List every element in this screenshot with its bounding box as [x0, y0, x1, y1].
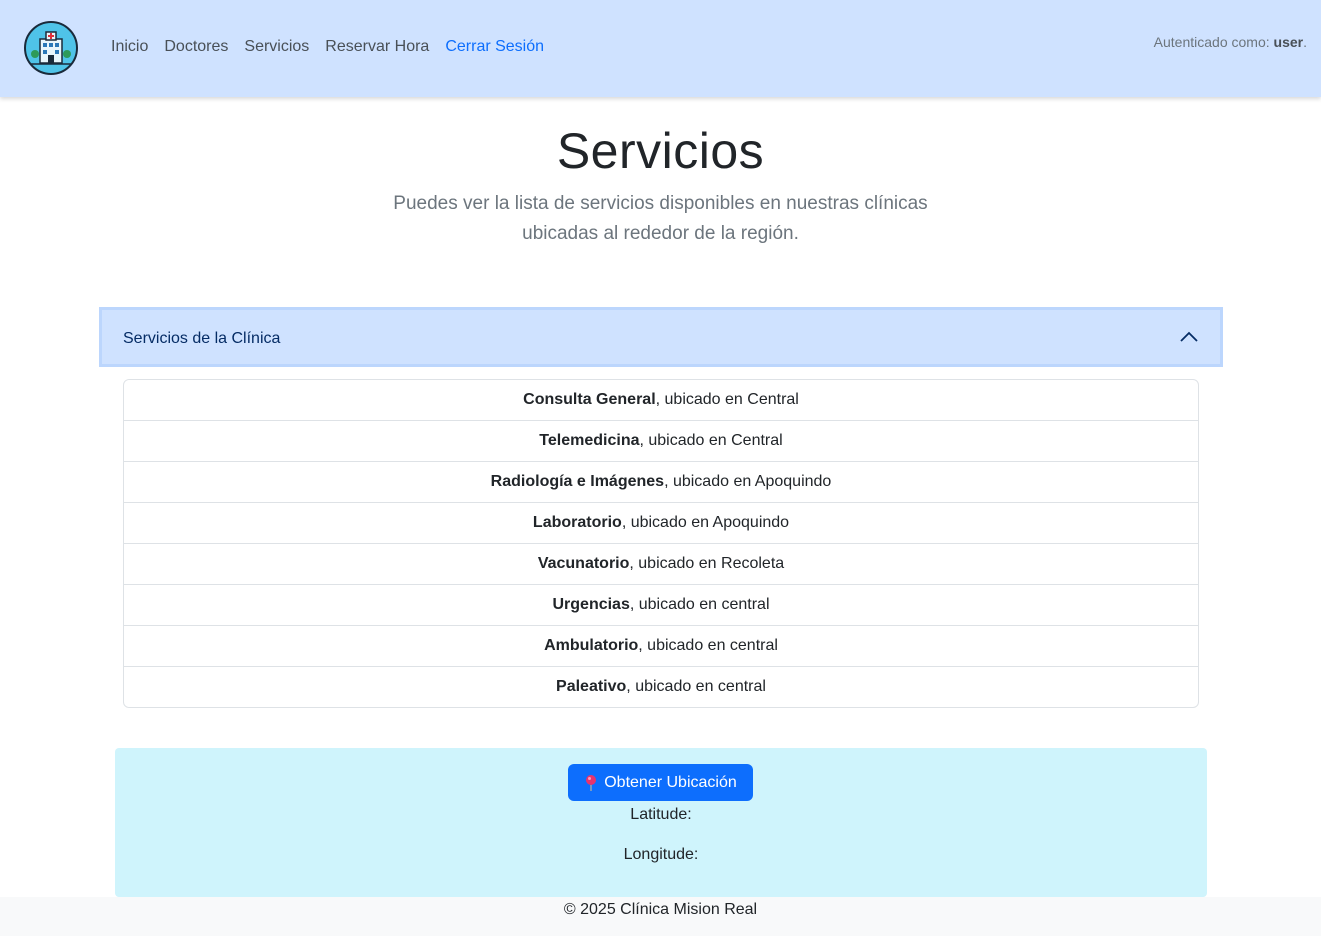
pushpin-icon	[586, 774, 597, 791]
auth-status: Autenticado como: user.	[1154, 34, 1307, 50]
auth-username: user	[1273, 34, 1304, 50]
longitude-label: Longitude:	[623, 846, 699, 863]
list-item: Laboratorio, ubicado en Apoquindo	[124, 503, 1198, 544]
list-item: Ambulatorio, ubicado en central	[124, 626, 1198, 667]
service-location: , ubicado en central	[638, 637, 778, 654]
service-name: Urgencias	[552, 596, 630, 613]
service-name: Laboratorio	[532, 514, 622, 531]
footer-copyright: © 2025 Clínica Mision Real	[563, 901, 758, 918]
nav-link-doctores[interactable]: Doctores	[164, 38, 228, 56]
service-name: Vacunatorio	[537, 555, 630, 572]
nav-link-servicios[interactable]: Servicios	[244, 38, 309, 56]
nav-links: Inicio Doctores Servicios Reservar Hora …	[111, 38, 544, 56]
service-location: , ubicado en central	[626, 678, 766, 695]
service-location: , ubicado en Apoquindo	[621, 514, 790, 531]
service-name: Radiología e Imágenes	[490, 473, 665, 490]
services-list: Consulta General, ubicado en Central Tel…	[123, 379, 1199, 708]
latitude-label: Latitude:	[630, 806, 692, 823]
list-item: Consulta General, ubicado en Central	[124, 380, 1198, 421]
service-name: Paleativo	[556, 678, 627, 695]
get-location-button[interactable]: Obtener Ubicación	[568, 764, 753, 801]
accordion-title: Servicios de la Clínica	[123, 330, 281, 347]
nav-link-inicio[interactable]: Inicio	[111, 38, 148, 56]
list-item: Urgencias, ubicado en central	[124, 585, 1198, 626]
service-location: , ubicado en Central	[639, 432, 783, 449]
service-name: Telemedicina	[539, 432, 640, 449]
service-location: , ubicado en Recoleta	[629, 555, 785, 572]
page-title: Servicios	[556, 123, 765, 179]
list-item: Paleativo, ubicado en central	[124, 667, 1198, 707]
accordion-header-services[interactable]: Servicios de la Clínica	[99, 307, 1223, 367]
auth-suffix: .	[1303, 34, 1307, 50]
get-location-label: Obtener Ubicación	[604, 773, 737, 791]
page-subtitle: Puedes ver la lista de servicios disponi…	[393, 193, 928, 244]
service-location: , ubicado en Apoquindo	[664, 473, 832, 490]
footer: © 2025 Clínica Mision Real	[0, 897, 1321, 936]
hospital-logo-icon[interactable]	[24, 21, 78, 75]
service-location: , ubicado en central	[629, 596, 770, 613]
chevron-up-icon	[1180, 331, 1198, 342]
service-location: , ubicado en Central	[655, 391, 799, 408]
nav-link-cerrar-sesion[interactable]: Cerrar Sesión	[445, 38, 544, 56]
auth-prefix: Autenticado como:	[1153, 34, 1270, 50]
list-item: Vacunatorio, ubicado en Recoleta	[124, 544, 1198, 585]
list-item: Radiología e Imágenes, ubicado en Apoqui…	[124, 462, 1198, 503]
service-name: Ambulatorio	[544, 637, 639, 654]
navbar: Inicio Doctores Servicios Reservar Hora …	[0, 0, 1321, 97]
location-panel: Obtener Ubicación Latitude: Longitude:	[115, 748, 1207, 897]
list-item: Telemedicina, ubicado en Central	[124, 421, 1198, 462]
nav-link-reservar-hora[interactable]: Reservar Hora	[325, 38, 429, 56]
service-name: Consulta General	[523, 391, 656, 408]
